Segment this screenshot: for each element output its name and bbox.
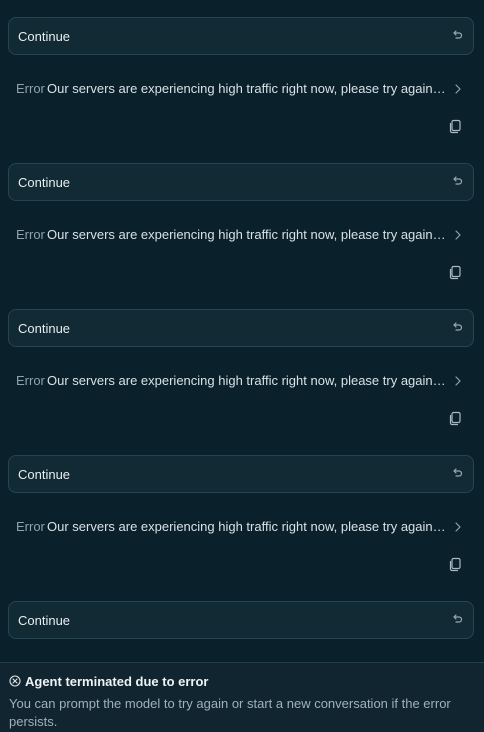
continue-message[interactable]: Continue bbox=[8, 601, 474, 639]
error-row[interactable]: Error Our servers are experiencing high … bbox=[16, 519, 468, 539]
circle-x-icon bbox=[9, 675, 21, 687]
copy-icon[interactable] bbox=[448, 411, 462, 426]
continue-label: Continue bbox=[18, 175, 71, 190]
continue-message[interactable]: Continue bbox=[8, 309, 474, 347]
undo-icon[interactable] bbox=[451, 613, 463, 625]
undo-icon[interactable] bbox=[451, 321, 463, 333]
error-tag: Error bbox=[16, 227, 45, 242]
chevron-right-icon[interactable] bbox=[454, 84, 462, 94]
chevron-right-icon[interactable] bbox=[454, 376, 462, 386]
continue-label: Continue bbox=[18, 467, 71, 482]
chevron-right-icon[interactable] bbox=[454, 230, 462, 240]
undo-icon[interactable] bbox=[451, 175, 463, 187]
chevron-right-icon[interactable] bbox=[454, 522, 462, 532]
continue-label: Continue bbox=[18, 321, 71, 336]
error-message: Our servers are experiencing high traffi… bbox=[47, 227, 449, 242]
continue-message[interactable]: Continue bbox=[8, 455, 474, 493]
continue-label: Continue bbox=[18, 613, 71, 628]
copy-icon[interactable] bbox=[448, 119, 462, 134]
continue-message[interactable]: Continue bbox=[8, 17, 474, 55]
error-tag: Error bbox=[16, 519, 45, 534]
continue-message[interactable]: Continue bbox=[8, 163, 474, 201]
error-message: Our servers are experiencing high traffi… bbox=[47, 81, 449, 96]
banner-description: You can prompt the model to try again or… bbox=[9, 696, 451, 729]
error-message: Our servers are experiencing high traffi… bbox=[47, 519, 449, 534]
undo-icon[interactable] bbox=[451, 29, 463, 41]
banner-title-row: Agent terminated due to error bbox=[9, 674, 208, 689]
error-tag: Error bbox=[16, 81, 45, 96]
error-row[interactable]: Error Our servers are experiencing high … bbox=[16, 81, 468, 101]
banner-title: Agent terminated due to error bbox=[25, 674, 209, 689]
undo-icon[interactable] bbox=[451, 467, 463, 479]
agent-terminated-banner: Agent terminated due to error You can pr… bbox=[0, 662, 484, 732]
continue-label: Continue bbox=[18, 29, 71, 44]
copy-icon[interactable] bbox=[448, 265, 462, 280]
copy-icon[interactable] bbox=[448, 557, 462, 572]
error-row[interactable]: Error Our servers are experiencing high … bbox=[16, 227, 468, 247]
error-tag: Error bbox=[16, 373, 45, 388]
error-message: Our servers are experiencing high traffi… bbox=[47, 373, 449, 388]
error-row[interactable]: Error Our servers are experiencing high … bbox=[16, 373, 468, 393]
conversation-panel: Continue Error Our servers are experienc… bbox=[0, 0, 484, 732]
